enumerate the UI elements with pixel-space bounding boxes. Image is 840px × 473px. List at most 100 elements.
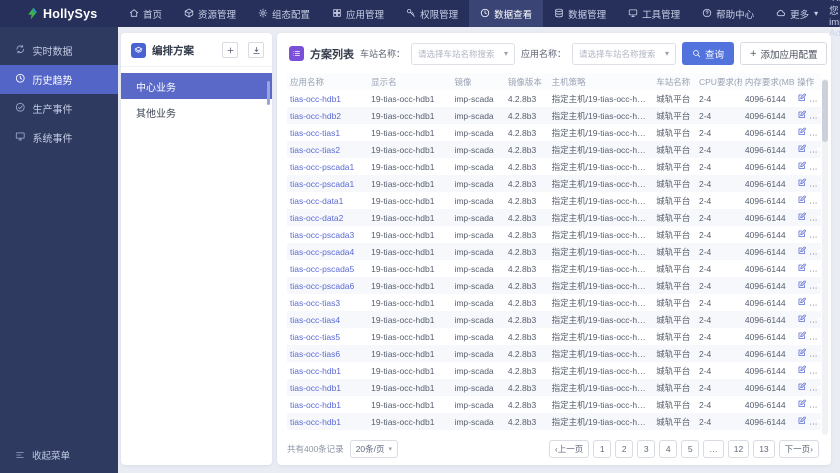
- nav-item[interactable]: 资源管理 ▾: [173, 0, 247, 27]
- collapse-menu-button[interactable]: 收起菜单: [15, 448, 70, 462]
- edit-icon[interactable]: [797, 382, 807, 393]
- add-app-config-button[interactable]: 添加应用配置: [740, 42, 827, 65]
- disable-icon[interactable]: [815, 348, 821, 358]
- disable-icon[interactable]: [815, 144, 821, 154]
- edit-icon[interactable]: [797, 144, 807, 155]
- app-name-link[interactable]: tias-occ-data1: [290, 196, 343, 206]
- app-name-link[interactable]: tias-occ-tias1: [290, 128, 340, 138]
- disable-icon[interactable]: [815, 127, 821, 137]
- page-number-button[interactable]: 12: [727, 440, 750, 458]
- nav-item[interactable]: 工具管理 ▾: [617, 0, 691, 27]
- nav-item[interactable]: 首页 ▾: [118, 0, 173, 27]
- app-name-link[interactable]: tias-occ-hdb1: [290, 383, 341, 393]
- disable-icon[interactable]: [815, 399, 821, 409]
- app-name-link[interactable]: tias-occ-hdb2: [290, 111, 341, 121]
- edit-icon[interactable]: [797, 280, 807, 291]
- disable-icon[interactable]: [815, 93, 821, 103]
- table-scrollbar-track[interactable]: [822, 79, 828, 435]
- next-page-button[interactable]: 下一页›: [778, 440, 819, 458]
- edit-icon[interactable]: [797, 365, 807, 376]
- app-select[interactable]: 请选择车站名称搜索 ▾: [572, 42, 677, 65]
- add-plan-button[interactable]: [222, 42, 238, 58]
- nav-item[interactable]: 应用管理 ▾: [321, 0, 395, 27]
- page-number-button[interactable]: 5: [681, 440, 700, 458]
- app-name-link[interactable]: tias-occ-tias5: [290, 332, 340, 342]
- app-name-link[interactable]: tias-occ-hdb1: [290, 417, 341, 427]
- edit-icon[interactable]: [797, 246, 807, 257]
- app-name-link[interactable]: tias-occ-tias6: [290, 349, 340, 359]
- nav-item[interactable]: 更多 ▾: [765, 0, 829, 27]
- disable-icon[interactable]: [815, 263, 821, 273]
- edit-icon[interactable]: [797, 331, 807, 342]
- app-name-link[interactable]: tias-occ-pscada5: [290, 264, 354, 274]
- edit-icon[interactable]: [797, 161, 807, 172]
- page-size-select[interactable]: 20条/页 ▾: [349, 440, 399, 458]
- table-scrollbar-thumb[interactable]: [822, 80, 828, 142]
- app-name-link[interactable]: tias-occ-pscada1: [290, 162, 354, 172]
- disable-icon[interactable]: [815, 195, 821, 205]
- edit-icon[interactable]: [797, 314, 807, 325]
- disable-icon[interactable]: [815, 246, 821, 256]
- query-button[interactable]: 查询: [682, 42, 735, 65]
- app-name-link[interactable]: tias-occ-pscada1: [290, 179, 354, 189]
- edit-icon[interactable]: [797, 263, 807, 274]
- disable-icon[interactable]: [815, 314, 821, 324]
- edit-icon[interactable]: [797, 110, 807, 121]
- app-name-link[interactable]: tias-occ-hdb1: [290, 366, 341, 376]
- page-number-button[interactable]: 4: [659, 440, 678, 458]
- nav-item[interactable]: 组态配置 ▾: [247, 0, 321, 27]
- disable-icon[interactable]: [815, 416, 821, 426]
- page-number-button[interactable]: 2: [615, 440, 634, 458]
- page-number-button[interactable]: 3: [637, 440, 656, 458]
- app-name-link[interactable]: tias-occ-pscada3: [290, 230, 354, 240]
- edit-icon[interactable]: [797, 127, 807, 138]
- nav-item[interactable]: 帮助中心 ▾: [691, 0, 765, 27]
- sidebar-item[interactable]: 实时数据: [0, 36, 118, 65]
- edit-icon[interactable]: [797, 229, 807, 240]
- disable-icon[interactable]: [815, 382, 821, 392]
- plan-list-item[interactable]: 其他业务: [121, 99, 272, 125]
- disable-icon[interactable]: [815, 161, 821, 171]
- app-name-link[interactable]: tias-occ-tias2: [290, 145, 340, 155]
- app-name-link[interactable]: tias-occ-tias3: [290, 298, 340, 308]
- disable-icon[interactable]: [815, 280, 821, 290]
- cell-memory-requirement: 4096-6144: [744, 93, 786, 104]
- sidebar-item[interactable]: 历史趋势: [0, 65, 118, 94]
- prev-page-button[interactable]: ‹上一页: [548, 440, 590, 458]
- nav-item[interactable]: 数据管理 ▾: [543, 0, 617, 27]
- disable-icon[interactable]: [815, 212, 821, 222]
- edit-icon[interactable]: [797, 399, 807, 410]
- app-name-link[interactable]: tias-occ-hdb1: [290, 400, 341, 410]
- import-plan-button[interactable]: [248, 42, 264, 58]
- plan-list-scrollbar[interactable]: [267, 81, 270, 105]
- app-name-link[interactable]: tias-occ-hdb1: [290, 94, 341, 104]
- edit-icon[interactable]: [797, 195, 807, 206]
- disable-icon[interactable]: [815, 331, 821, 341]
- page-number-button[interactable]: 1: [593, 440, 612, 458]
- disable-icon[interactable]: [815, 365, 821, 375]
- cell-image: imp-scada: [454, 331, 494, 342]
- disable-icon[interactable]: [815, 110, 821, 120]
- edit-icon[interactable]: [797, 178, 807, 189]
- disable-icon[interactable]: [815, 229, 821, 239]
- app-name-link[interactable]: tias-occ-data2: [290, 213, 343, 223]
- edit-icon[interactable]: [797, 416, 807, 427]
- app-name-link[interactable]: tias-occ-pscada4: [290, 247, 354, 257]
- edit-icon[interactable]: [797, 93, 807, 104]
- edit-icon[interactable]: [797, 212, 807, 223]
- nav-item[interactable]: 数据查看 ▾: [469, 0, 544, 27]
- page-number-button[interactable]: …: [703, 440, 724, 458]
- nav-item[interactable]: 权限管理 ▾: [395, 0, 469, 27]
- disable-icon[interactable]: [815, 178, 821, 188]
- sidebar-item[interactable]: 生产事件: [0, 94, 118, 123]
- page-number-button[interactable]: 13: [753, 440, 775, 458]
- sidebar-item[interactable]: 系统事件: [0, 123, 118, 152]
- edit-icon[interactable]: [797, 348, 807, 359]
- disable-icon[interactable]: [815, 297, 821, 307]
- plan-list-item[interactable]: 中心业务: [121, 73, 272, 99]
- station-select[interactable]: 请选择车站名称搜索 ▾: [411, 42, 516, 65]
- app-name-link[interactable]: tias-occ-tias4: [290, 315, 340, 325]
- edit-icon[interactable]: [797, 297, 807, 308]
- app-name-link[interactable]: tias-occ-pscada6: [290, 281, 354, 291]
- cell-app-name: tias-occ-tias1: [287, 124, 368, 141]
